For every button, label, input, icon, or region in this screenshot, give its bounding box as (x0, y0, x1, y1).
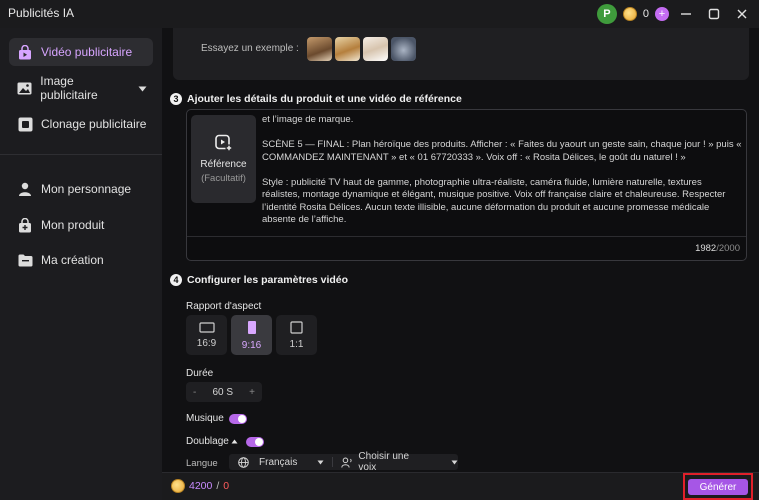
chevron-up-icon[interactable] (231, 439, 238, 444)
sidebar-divider (0, 154, 162, 155)
step-number: 4 (170, 274, 182, 286)
sidebar-item-label: Mon personnage (41, 182, 132, 196)
sidebar-item-label: Clonage publicitaire (41, 117, 147, 131)
step-title: Configurer les paramètres vidéo (187, 274, 349, 286)
music-toggle[interactable] (229, 414, 247, 424)
product-description-textarea[interactable]: et l’image de marque. SCÈNE 5 — FINAL : … (262, 114, 742, 239)
add-credits-button[interactable]: + (655, 7, 669, 21)
sidebar-item-label: Ma création (41, 253, 104, 267)
examples-card: Essayez un exemple : (173, 28, 749, 80)
aspect-label: 1:1 (289, 338, 304, 350)
square-icon (290, 320, 303, 334)
music-label: Musique (186, 413, 224, 424)
duration-label: Durée (186, 368, 214, 379)
prompt-line: SCÈNE 5 — FINAL : Plan héroïque des prod… (262, 139, 742, 163)
aspect-ratio-label: Rapport d'aspect (186, 301, 262, 312)
language-label: Langue (186, 458, 218, 469)
video-bag-icon (17, 44, 33, 60)
step-number: 3 (170, 93, 182, 105)
sidebar-item-label: Vidéo publicitaire (41, 45, 133, 59)
sidebar-item-image-ad[interactable]: Image publicitaire (9, 74, 153, 102)
avatar[interactable]: P (596, 4, 617, 24)
credits-indicator: 4200/0 (171, 479, 229, 493)
close-icon (737, 9, 747, 19)
minimize-button[interactable] (675, 4, 697, 24)
language-voice-bar: Français Choisir une voix (229, 451, 458, 472)
duration-decrease-button[interactable]: - (193, 387, 196, 398)
example-thumbnail[interactable] (363, 37, 388, 61)
aspect-option-16-9[interactable]: 16:9 (186, 315, 227, 355)
credits-cost: 0 (223, 480, 230, 492)
aspect-label: 9:16 (241, 339, 262, 351)
landscape-icon (198, 321, 215, 333)
reference-label: Référence (200, 159, 247, 170)
aspect-option-1-1[interactable]: 1:1 (276, 315, 317, 355)
person-icon (17, 181, 33, 197)
product-details-box: Référence (Facultatif) et l’image de mar… (186, 109, 747, 261)
clone-icon (17, 116, 33, 132)
dubbing-toggle[interactable] (246, 437, 264, 447)
bottom-bar: 4200/0 Générer (162, 472, 759, 500)
dubbing-label: Doublage (186, 436, 229, 447)
char-max: /2000 (716, 243, 740, 254)
character-counter: 1982/2000 (695, 243, 740, 254)
close-button[interactable] (731, 4, 753, 24)
coin-count: 0 (642, 8, 649, 20)
maximize-icon (708, 8, 720, 20)
chevron-down-icon (317, 460, 324, 464)
aspect-option-9-16[interactable]: 9:16 (231, 315, 272, 355)
textarea-divider (187, 236, 746, 237)
duration-stepper: - 60 S + (186, 382, 262, 402)
folder-icon (17, 252, 33, 268)
minimize-icon (681, 13, 691, 15)
sidebar: Vidéo publicitaire Image publicitaire Cl… (0, 28, 162, 500)
examples-label: Essayez un exemple : (201, 43, 299, 54)
maximize-button[interactable] (703, 4, 725, 24)
example-thumbnail[interactable] (391, 37, 416, 61)
generate-highlight-frame: Générer (683, 473, 753, 500)
duration-value: 60 S (212, 386, 234, 398)
credits-available: 4200 (189, 480, 213, 492)
sidebar-item-my-creation[interactable]: Ma création (9, 246, 153, 274)
duration-increase-button[interactable]: + (249, 387, 255, 398)
generate-button[interactable]: Générer (688, 479, 748, 495)
step-4-header: 4 Configurer les paramètres vidéo (170, 274, 348, 286)
sidebar-item-ad-cloning[interactable]: Clonage publicitaire (9, 110, 153, 138)
sidebar-item-my-product[interactable]: Mon produit (9, 211, 153, 239)
aspect-label: 16:9 (196, 337, 217, 349)
globe-icon (238, 456, 249, 468)
prompt-line: et l’image de marque. (262, 114, 354, 125)
image-icon (17, 80, 32, 96)
sidebar-item-label: Image publicitaire (40, 74, 98, 102)
chevron-down-icon (451, 460, 458, 464)
chevron-down-icon (138, 81, 147, 95)
sidebar-item-my-character[interactable]: Mon personnage (9, 175, 153, 203)
step-title: Ajouter les détails du produit et une vi… (187, 93, 462, 105)
example-thumbnail[interactable] (307, 37, 332, 61)
shopping-bag-icon (17, 217, 33, 233)
sidebar-item-video-ad[interactable]: Vidéo publicitaire (9, 38, 153, 66)
portrait-icon (247, 320, 256, 334)
language-value: Français (259, 456, 298, 468)
title-bar-controls: P 0 + (596, 3, 753, 25)
coin-icon (171, 479, 185, 493)
window-title: Publicités IA (8, 6, 75, 20)
step-3-header: 3 Ajouter les détails du produit et une … (170, 93, 462, 105)
prompt-line: Style : publicité TV haut de gamme, phot… (262, 176, 726, 226)
char-count: 1982 (695, 243, 717, 254)
main-panel: Essayez un exemple : 3 Ajouter les détai… (162, 28, 759, 472)
reference-optional-label: (Facultatif) (201, 173, 246, 184)
coin-icon (622, 7, 637, 21)
reference-video-upload[interactable]: Référence (Facultatif) (191, 115, 256, 203)
voice-placeholder: Choisir une voix (358, 451, 410, 472)
select-divider (331, 457, 333, 467)
sidebar-item-label: Mon produit (41, 218, 105, 232)
language-select[interactable]: Français (229, 457, 324, 468)
credits-separator: / (216, 480, 220, 492)
video-add-icon (214, 134, 233, 152)
example-thumbnail[interactable] (335, 37, 360, 61)
voice-person-icon (340, 457, 352, 468)
title-bar: Publicités IA P 0 + (0, 0, 759, 28)
voice-select[interactable]: Choisir une voix (340, 451, 458, 472)
